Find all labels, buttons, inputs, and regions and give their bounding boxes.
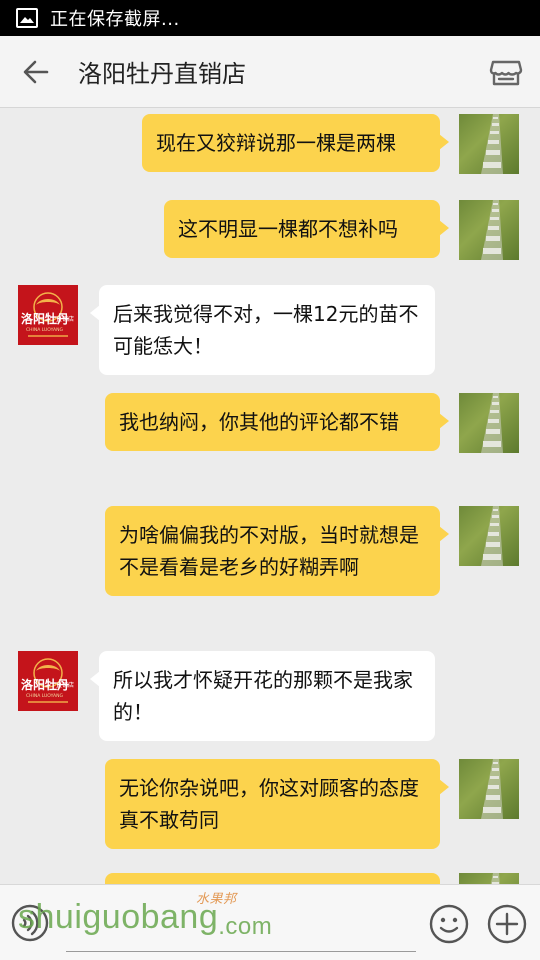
store-icon (489, 60, 523, 86)
shop-avatar[interactable]: 洛阳牡丹 直销店 CHINA LUOYANG (18, 285, 78, 345)
chat-title: 洛阳牡丹直销店 (78, 60, 246, 88)
status-text: 正在保存截屏... (50, 9, 180, 30)
message-bubble-sent[interactable]: 这不明显一棵都不想补吗 (164, 200, 449, 258)
shop-avatar-en: CHINA LUOYANG (26, 693, 63, 699)
plus-icon (487, 904, 527, 944)
user-avatar[interactable] (459, 506, 519, 566)
user-avatar[interactable] (459, 759, 519, 819)
user-avatar[interactable] (459, 393, 519, 453)
chat-messages[interactable]: 现在又狡辩说那一棵是两棵 这不明显一棵都不想补吗 洛阳牡丹 直销店 CHINA … (0, 108, 540, 884)
message-bubble-received[interactable]: 所以我才怀疑开花的那颗不是我家的！ (90, 651, 435, 741)
shop-avatar-sub: 直销店 (56, 681, 74, 689)
chat-header: 洛阳牡丹直销店 (0, 36, 540, 108)
back-button[interactable] (16, 52, 56, 92)
image-icon (16, 8, 38, 28)
message-bubble-sent[interactable]: 我也纳闷，你其他的评论都不错 (105, 393, 449, 451)
voice-icon (11, 904, 49, 942)
emoji-button[interactable] (428, 903, 470, 945)
status-bar: 正在保存截屏... (0, 0, 540, 36)
input-bar (0, 884, 540, 960)
emoji-icon (429, 904, 469, 944)
message-input[interactable] (66, 907, 416, 952)
message-bubble-received[interactable]: 后来我觉得不对，一棵12元的苗不可能恁大！ (90, 285, 435, 375)
shop-avatar[interactable]: 洛阳牡丹 直销店 CHINA LUOYANG (18, 651, 78, 711)
shop-avatar-en: CHINA LUOYANG (26, 327, 63, 333)
more-button[interactable] (486, 903, 528, 945)
user-avatar[interactable] (459, 200, 519, 260)
store-button[interactable] (488, 54, 524, 90)
message-bubble-sent[interactable] (105, 873, 440, 884)
voice-button[interactable] (10, 903, 50, 943)
message-bubble-sent[interactable]: 无论你杂说吧，你这对顾客的态度真不敢苟同 (105, 759, 449, 849)
message-bubble-sent[interactable]: 为啥偏偏我的不对版，当时就想是不是看着是老乡的好糊弄啊 (105, 506, 449, 596)
shop-avatar-sub: 直销店 (56, 315, 74, 323)
message-bubble-sent[interactable]: 现在又狡辩说那一棵是两棵 (142, 114, 449, 172)
user-avatar[interactable] (459, 873, 519, 884)
user-avatar[interactable] (459, 114, 519, 174)
arrow-left-icon (23, 60, 49, 83)
